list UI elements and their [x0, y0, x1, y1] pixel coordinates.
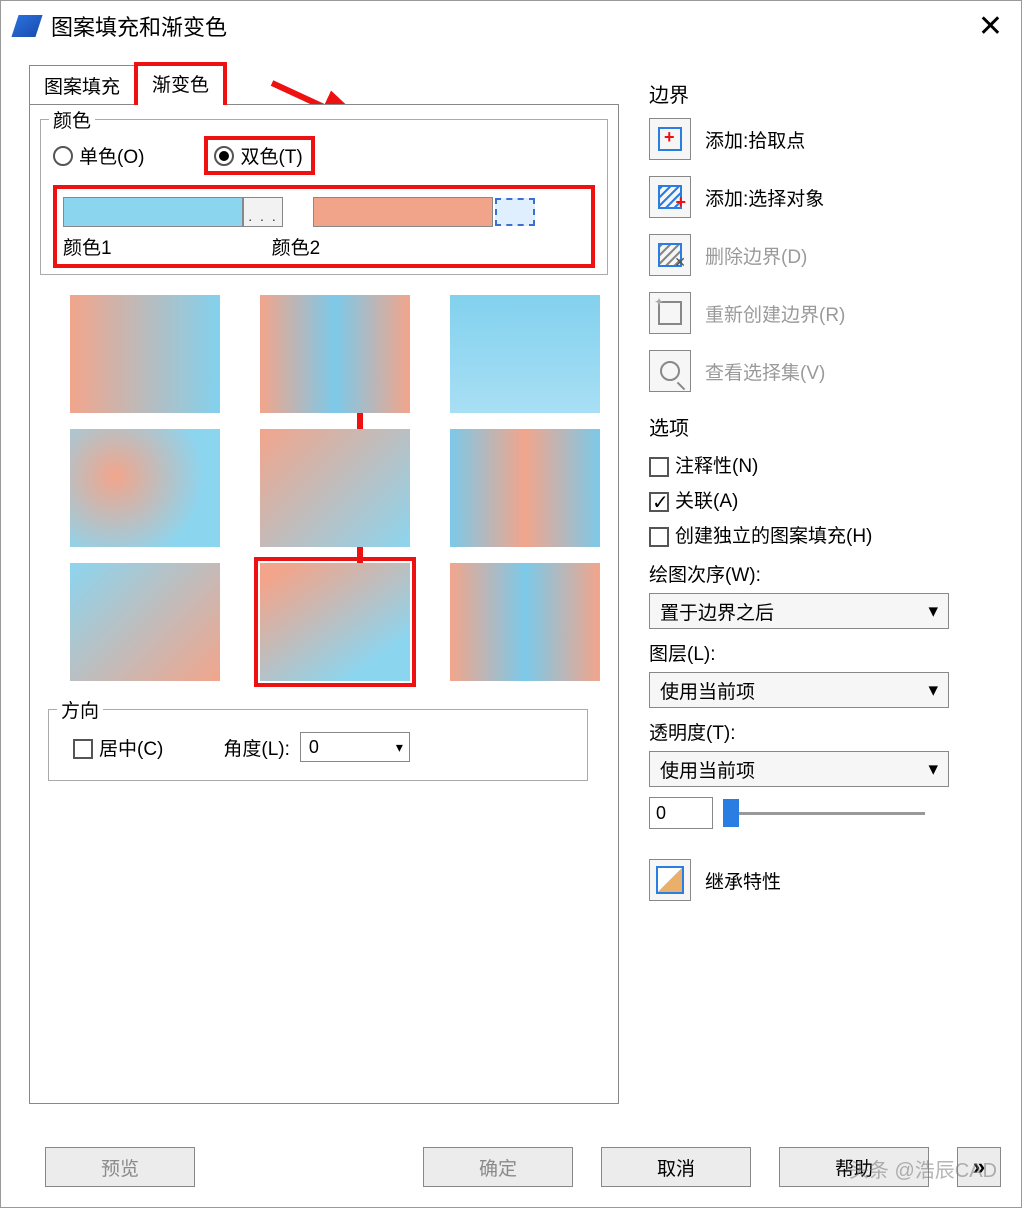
- associative-label: 关联(A): [675, 491, 738, 512]
- transparency-label: 透明度(T):: [649, 718, 969, 745]
- delete-boundary-button[interactable]: [649, 234, 691, 276]
- gradient-option[interactable]: [70, 295, 220, 413]
- inherit-label: 继承特性: [705, 867, 781, 894]
- color-group: 颜色 单色(O) 双色(T): [40, 119, 608, 275]
- tab-hatch[interactable]: 图案填充: [29, 65, 134, 105]
- separate-hatch-checkbox[interactable]: 创建独立的图案填充(H): [649, 526, 872, 547]
- transparency-slider[interactable]: [725, 797, 925, 829]
- view-selection-button[interactable]: [649, 350, 691, 392]
- chevron-down-icon: ▾: [396, 739, 403, 756]
- color1-picker-button[interactable]: . . .: [243, 197, 283, 227]
- add-pick-label: 添加:拾取点: [705, 126, 805, 153]
- gradient-panel: 颜色 单色(O) 双色(T): [29, 104, 619, 1104]
- cancel-button[interactable]: 取消: [601, 1147, 751, 1187]
- center-checkbox[interactable]: 居中(C): [73, 734, 163, 761]
- color2-picker-button[interactable]: [495, 198, 535, 226]
- recreate-boundary-button[interactable]: [649, 292, 691, 334]
- gradient-option[interactable]: [450, 563, 600, 681]
- color1-label: 颜色1: [63, 233, 112, 260]
- layer-combo[interactable]: 使用当前项 ▾: [649, 672, 949, 708]
- associative-checkbox[interactable]: 关联(A): [649, 491, 738, 512]
- annotation-highlight: 双色(T): [204, 136, 314, 175]
- draw-order-combo[interactable]: 置于边界之后 ▾: [649, 593, 949, 629]
- chevron-down-icon: ▾: [928, 679, 938, 702]
- delete-boundary-label: 删除边界(D): [705, 242, 807, 269]
- gradient-option[interactable]: [70, 563, 220, 681]
- color1-swatch[interactable]: [63, 197, 243, 227]
- color2-label: 颜色2: [272, 233, 321, 260]
- gradient-option[interactable]: [450, 429, 600, 547]
- inherit-props-button[interactable]: [649, 859, 691, 901]
- annotative-checkbox[interactable]: 注释性(N): [649, 456, 758, 477]
- direction-group-title: 方向: [57, 696, 103, 723]
- title-bar: 图案填充和渐变色 ✕: [1, 1, 1021, 51]
- radio-two-color-label: 双色(T): [240, 142, 302, 169]
- gradient-option[interactable]: [70, 429, 220, 547]
- layer-label: 图层(L):: [649, 639, 969, 666]
- gradient-option-selected[interactable]: [260, 563, 410, 681]
- radio-two-color[interactable]: 双色(T): [214, 142, 302, 169]
- add-select-label: 添加:选择对象: [705, 184, 824, 211]
- transparency-combo[interactable]: 使用当前项 ▾: [649, 751, 949, 787]
- transparency-input[interactable]: [649, 797, 713, 829]
- separate-label: 创建独立的图案填充(H): [675, 526, 872, 547]
- transparency-value: 使用当前项: [660, 756, 755, 783]
- view-selection-label: 查看选择集(V): [705, 358, 825, 385]
- magnifier-icon: [660, 361, 680, 381]
- chevron-down-icon: ▾: [928, 600, 938, 623]
- angle-combo[interactable]: 0▾: [300, 732, 410, 762]
- gradient-pattern-grid: [70, 295, 608, 681]
- add-pick-point-button[interactable]: [649, 118, 691, 160]
- draw-order-label: 绘图次序(W):: [649, 560, 969, 587]
- boundary-title: 边界: [649, 79, 969, 108]
- close-icon[interactable]: ✕: [978, 9, 1003, 44]
- draw-order-value: 置于边界之后: [660, 598, 774, 625]
- angle-value: 0: [309, 737, 319, 758]
- options-title: 选项: [649, 412, 969, 441]
- add-select-button[interactable]: [649, 176, 691, 218]
- color-group-title: 颜色: [49, 106, 95, 133]
- radio-one-color-label: 单色(O): [79, 142, 144, 169]
- annotation-highlight: . . . 颜色1 颜色: [53, 185, 595, 268]
- ok-button[interactable]: 确定: [423, 1147, 573, 1187]
- gradient-option[interactable]: [260, 295, 410, 413]
- gradient-option[interactable]: [260, 429, 410, 547]
- annotative-label: 注释性(N): [675, 456, 758, 477]
- preview-button[interactable]: 预览: [45, 1147, 195, 1187]
- tab-strip: 图案填充 渐变色: [29, 61, 629, 105]
- angle-label: 角度(L):: [223, 734, 290, 761]
- dialog-window: 图案填充和渐变色 ✕ 图案填充 渐变色 颜色 单色(: [0, 0, 1022, 1208]
- gradient-option[interactable]: [450, 295, 600, 413]
- app-logo-icon: [11, 15, 42, 37]
- watermark-text: 头条 @浩辰CAD: [849, 1154, 997, 1183]
- recreate-boundary-label: 重新创建边界(R): [705, 300, 845, 327]
- layer-value: 使用当前项: [660, 677, 755, 704]
- brush-icon: [656, 866, 684, 894]
- radio-one-color[interactable]: 单色(O): [53, 142, 144, 169]
- center-label: 居中(C): [99, 739, 163, 760]
- color2-swatch[interactable]: [313, 197, 493, 227]
- chevron-down-icon: ▾: [928, 758, 938, 781]
- window-title: 图案填充和渐变色: [51, 10, 227, 42]
- direction-group: 方向 居中(C) 角度(L): 0▾: [48, 709, 588, 781]
- tab-gradient[interactable]: 渐变色: [134, 62, 227, 105]
